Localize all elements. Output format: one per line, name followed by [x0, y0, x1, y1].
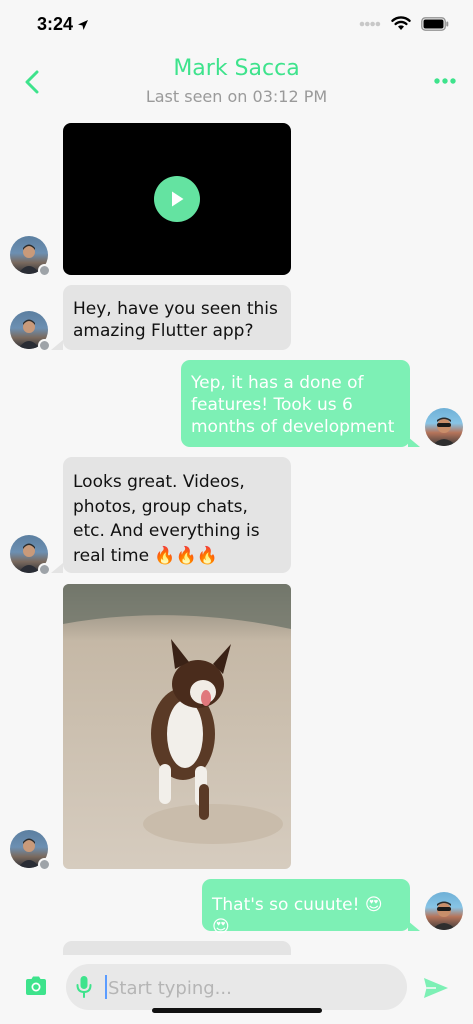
presence-dot — [38, 339, 51, 352]
send-icon[interactable] — [422, 976, 450, 1000]
message-line: Yep, it has a done of — [191, 373, 364, 393]
wifi-icon — [391, 16, 411, 30]
message-line: etc. And everything is — [73, 521, 260, 541]
battery-icon — [421, 16, 449, 31]
presence-dot — [38, 563, 51, 576]
incoming-message-bubble[interactable]: Looks great. Videos, photos, group chats… — [63, 457, 291, 573]
play-button[interactable] — [154, 176, 200, 222]
message-input[interactable] — [106, 972, 390, 1004]
bubble-tail — [51, 340, 63, 350]
camera-icon[interactable] — [24, 975, 48, 997]
image-message[interactable] — [63, 584, 291, 869]
message-line: months of development — [191, 417, 395, 437]
message-line: photos, group chats, — [73, 496, 248, 517]
play-icon — [172, 191, 184, 207]
outgoing-message-bubble[interactable]: Yep, it has a done of features! Took us … — [181, 360, 410, 447]
dog-photo — [63, 584, 291, 869]
avatar[interactable] — [425, 408, 463, 446]
status-time-text: 3:24 — [37, 14, 74, 34]
location-arrow-icon — [78, 19, 89, 30]
bubble-tail — [408, 437, 420, 447]
signal-dots-icon — [359, 21, 381, 26]
outgoing-message-bubble[interactable]: That's so cuuute! 😍😍 — [202, 879, 410, 937]
home-indicator — [152, 1008, 322, 1013]
status-bar-indicators — [359, 16, 449, 31]
bubble-tail — [51, 563, 63, 573]
text-cursor — [105, 975, 107, 999]
message-line: That's so cuuute! 😍😍 — [212, 895, 383, 937]
contact-name: Mark Sacca — [173, 56, 300, 81]
message-line: amazing Flutter app? — [73, 321, 254, 341]
message-line: Looks great. Videos, — [73, 472, 245, 492]
presence-dot — [38, 264, 51, 277]
presence-dot — [38, 858, 51, 871]
microphone-icon[interactable] — [76, 975, 92, 999]
incoming-message-bubble[interactable]: Hey, have you seen this amazing Flutter … — [63, 285, 291, 350]
last-seen-status: Last seen on 03:12 PM — [145, 87, 328, 106]
message-line: real time 🔥🔥🔥 — [73, 545, 218, 566]
message-line: features! Took us 6 — [191, 395, 353, 415]
video-message[interactable] — [63, 123, 291, 275]
bubble-tail — [408, 921, 420, 931]
incoming-message-bubble — [63, 941, 291, 955]
more-dots-icon[interactable] — [434, 78, 456, 84]
message-line: Hey, have you seen this — [73, 299, 278, 319]
status-bar-time: 3:24 — [37, 14, 89, 35]
message-composer[interactable] — [66, 964, 407, 1010]
avatar[interactable] — [425, 892, 463, 930]
